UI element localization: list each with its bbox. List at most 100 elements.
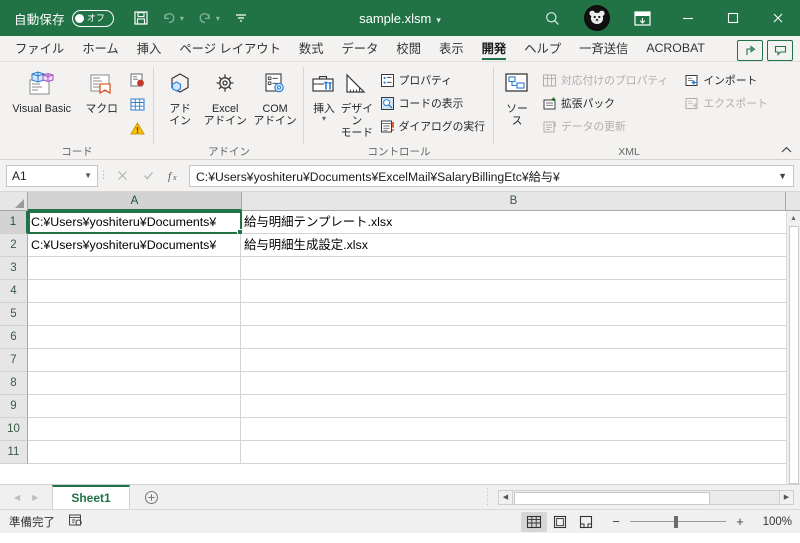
next-sheet-icon[interactable]: ▶ — [32, 493, 38, 502]
horizontal-scroll-thumb[interactable] — [514, 491, 710, 505]
cell-a3[interactable] — [28, 257, 241, 279]
redo-icon[interactable] — [192, 6, 218, 30]
redo-dropdown-icon[interactable]: ▾ — [216, 14, 226, 23]
row-header-3[interactable]: 3 — [0, 257, 28, 280]
tab-developer[interactable]: 開発 — [473, 35, 516, 61]
scroll-right-icon[interactable]: ▶ — [779, 489, 794, 505]
cell-b9[interactable] — [241, 395, 786, 417]
cell-b2[interactable]: 給与明細生成設定.xlsx — [241, 234, 786, 256]
expansion-packs-button[interactable]: 拡張パック — [538, 92, 672, 114]
cell-a2[interactable]: C:¥Users¥yoshiteru¥Documents¥ — [28, 234, 241, 256]
row-header-2[interactable]: 2 — [0, 234, 28, 257]
scroll-left-icon[interactable]: ◀ — [498, 489, 513, 505]
ribbon-display-options-icon[interactable] — [620, 0, 665, 36]
vertical-scroll-track[interactable] — [786, 226, 800, 484]
cell-a10[interactable] — [28, 418, 241, 440]
qat-customize-icon[interactable] — [228, 6, 254, 30]
avatar[interactable] — [584, 5, 610, 31]
tab-acrobat[interactable]: ACROBAT — [637, 35, 714, 61]
tab-page-layout[interactable]: ページ レイアウト — [170, 35, 290, 61]
sheet-tab-sheet1[interactable]: Sheet1 — [52, 485, 130, 509]
macro-button[interactable]: マクロ — [80, 65, 123, 115]
column-header-a[interactable]: A — [28, 192, 242, 211]
cell-b4[interactable] — [241, 280, 786, 302]
run-dialog-button[interactable]: ダイアログの実行 — [376, 115, 489, 137]
cell-a4[interactable] — [28, 280, 241, 302]
undo-icon[interactable] — [156, 6, 182, 30]
close-icon[interactable] — [755, 0, 800, 36]
zoom-slider-thumb[interactable] — [674, 515, 678, 528]
cell-a8[interactable] — [28, 372, 241, 394]
row-header-7[interactable]: 7 — [0, 349, 28, 372]
insert-function-icon[interactable]: fx — [161, 165, 187, 187]
add-sheet-icon[interactable] — [130, 485, 174, 509]
column-header-b[interactable]: B — [242, 192, 786, 211]
vertical-scroll-thumb[interactable] — [788, 226, 799, 484]
maximize-icon[interactable] — [710, 0, 755, 36]
tab-home[interactable]: ホーム — [73, 35, 128, 61]
undo-dropdown-icon[interactable]: ▾ — [180, 14, 190, 23]
tab-bulk-send[interactable]: 一斉送信 — [570, 35, 637, 61]
cell-a6[interactable] — [28, 326, 241, 348]
addins-button[interactable]: アド イン — [161, 65, 199, 127]
minimize-icon[interactable] — [665, 0, 710, 36]
row-header-9[interactable]: 9 — [0, 395, 28, 418]
row-header-10[interactable]: 10 — [0, 418, 28, 441]
zoom-out-button[interactable]: − — [609, 515, 623, 528]
export-button[interactable]: エクスポート — [680, 92, 771, 114]
macro-security-icon[interactable] — [125, 117, 149, 139]
normal-view-icon[interactable] — [521, 511, 547, 532]
collapse-ribbon-icon[interactable] — [778, 143, 794, 157]
tab-help[interactable]: ヘルプ — [515, 35, 570, 61]
use-relative-references-icon[interactable] — [125, 93, 149, 115]
expand-formula-bar-icon[interactable]: ▼ — [774, 171, 787, 181]
name-box-dropdown-icon[interactable]: ▼ — [84, 171, 92, 180]
cell-b6[interactable] — [241, 326, 786, 348]
page-layout-view-icon[interactable] — [547, 512, 573, 532]
row-header-4[interactable]: 4 — [0, 280, 28, 303]
cell-b10[interactable] — [241, 418, 786, 440]
cell-a1[interactable]: C:¥Users¥yoshiteru¥Documents¥ — [28, 211, 241, 233]
com-addins-button[interactable]: COM アドイン — [251, 65, 299, 127]
prev-sheet-icon[interactable]: ◀ — [14, 493, 20, 502]
cell-b7[interactable] — [241, 349, 786, 371]
row-header-1[interactable]: 1 — [0, 211, 28, 234]
tab-review[interactable]: 校閲 — [387, 35, 430, 61]
visual-basic-button[interactable]: Visual Basic — [5, 65, 78, 115]
excel-addins-button[interactable]: Excel アドイン — [201, 65, 249, 127]
autosave-control[interactable]: 自動保存 オフ — [14, 9, 114, 28]
row-header-8[interactable]: 8 — [0, 372, 28, 395]
share-icon[interactable] — [737, 40, 763, 61]
comments-icon[interactable] — [767, 40, 793, 61]
tab-insert[interactable]: 挿入 — [128, 35, 171, 61]
cancel-icon[interactable] — [109, 165, 135, 187]
formula-input[interactable]: C:¥Users¥yoshiteru¥Documents¥ExcelMail¥S… — [189, 164, 794, 187]
map-properties-button[interactable]: 対応付けのプロパティ — [538, 69, 672, 91]
record-macro-icon[interactable] — [125, 69, 149, 91]
zoom-in-button[interactable]: + — [733, 515, 747, 528]
insert-control-button[interactable]: 挿入 ▾ — [310, 65, 338, 123]
cell-b11[interactable] — [241, 441, 786, 463]
view-code-button[interactable]: コードの表示 — [376, 92, 489, 114]
search-icon[interactable] — [530, 0, 574, 36]
cell-a5[interactable] — [28, 303, 241, 325]
cell-b3[interactable] — [241, 257, 786, 279]
cell-a9[interactable] — [28, 395, 241, 417]
save-icon[interactable] — [128, 6, 154, 30]
page-break-view-icon[interactable] — [573, 512, 599, 532]
autosave-toggle[interactable]: オフ — [71, 9, 114, 27]
import-button[interactable]: インポート — [680, 69, 771, 91]
row-header-11[interactable]: 11 — [0, 441, 28, 464]
scroll-up-icon[interactable]: ▲ — [786, 211, 800, 226]
document-title-dropdown-icon[interactable]: ▾ — [436, 15, 441, 25]
cell-a7[interactable] — [28, 349, 241, 371]
accessibility-checker-icon[interactable] — [68, 513, 83, 531]
design-mode-button[interactable]: デザイン モード — [340, 65, 374, 139]
enter-icon[interactable] — [135, 165, 161, 187]
cell-b8[interactable] — [241, 372, 786, 394]
xml-source-button[interactable]: ソース — [502, 65, 532, 127]
zoom-slider[interactable] — [630, 515, 726, 528]
row-header-6[interactable]: 6 — [0, 326, 28, 349]
row-header-5[interactable]: 5 — [0, 303, 28, 326]
tab-view[interactable]: 表示 — [430, 35, 473, 61]
